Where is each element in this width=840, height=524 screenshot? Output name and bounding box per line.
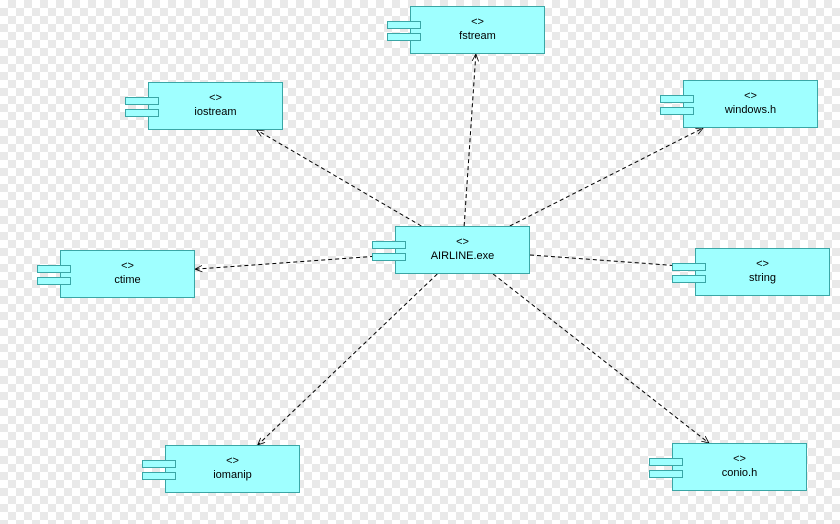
component-icon	[387, 21, 427, 45]
stereotype-label: <>	[396, 236, 529, 250]
component-icon	[672, 263, 712, 287]
lug-icon	[37, 277, 71, 285]
lug-icon	[387, 33, 421, 41]
component-icon	[37, 265, 77, 289]
lug-icon	[142, 472, 176, 480]
lug-icon	[125, 97, 159, 105]
lug-icon	[37, 265, 71, 273]
library-windowsh[interactable]: <>windows.h	[683, 80, 818, 128]
stereotype-label: <>	[61, 260, 194, 274]
lug-icon	[672, 263, 706, 271]
lug-icon	[387, 21, 421, 29]
library-iostream[interactable]: <>iostream	[148, 82, 283, 130]
component-icon	[649, 458, 689, 482]
dependency-edge	[510, 128, 703, 226]
dependency-edge	[464, 54, 476, 226]
component-icon	[142, 460, 182, 484]
lug-icon	[125, 109, 159, 117]
stereotype-label: <>	[149, 92, 282, 106]
lug-icon	[372, 241, 406, 249]
dependency-edge	[257, 130, 422, 226]
lug-icon	[649, 458, 683, 466]
library-conioh[interactable]: <>conio.h	[672, 443, 807, 491]
component-name: ctime	[61, 274, 194, 288]
library-fstream[interactable]: <>fstream	[410, 6, 545, 54]
stereotype-label: <>	[684, 90, 817, 104]
component-name: windows.h	[684, 104, 817, 118]
lug-icon	[672, 275, 706, 283]
stereotype-label: <>	[166, 455, 299, 469]
component-name: string	[696, 272, 829, 286]
dependency-edge	[258, 274, 438, 445]
library-iomanip[interactable]: <>iomanip	[165, 445, 300, 493]
dependency-edge	[195, 255, 395, 269]
executable-airline[interactable]: <>AIRLINE.exe	[395, 226, 530, 274]
component-name: AIRLINE.exe	[396, 250, 529, 264]
component-name: iostream	[149, 106, 282, 120]
stereotype-label: <>	[673, 453, 806, 467]
stereotype-label: <>	[696, 258, 829, 272]
lug-icon	[660, 95, 694, 103]
stereotype-label: <>	[411, 16, 544, 30]
lug-icon	[649, 470, 683, 478]
component-icon	[125, 97, 165, 121]
library-string[interactable]: <>string	[695, 248, 830, 296]
lug-icon	[142, 460, 176, 468]
dependency-edge	[493, 274, 709, 443]
library-ctime[interactable]: <>ctime	[60, 250, 195, 298]
dependency-edge	[530, 255, 695, 267]
component-name: fstream	[411, 30, 544, 44]
component-icon	[372, 241, 412, 265]
component-name: conio.h	[673, 467, 806, 481]
lug-icon	[660, 107, 694, 115]
lug-icon	[372, 253, 406, 261]
diagram-canvas: <>AIRLINE.exe<>fstream<>iostream<>window…	[0, 0, 840, 524]
component-name: iomanip	[166, 469, 299, 483]
component-icon	[660, 95, 700, 119]
